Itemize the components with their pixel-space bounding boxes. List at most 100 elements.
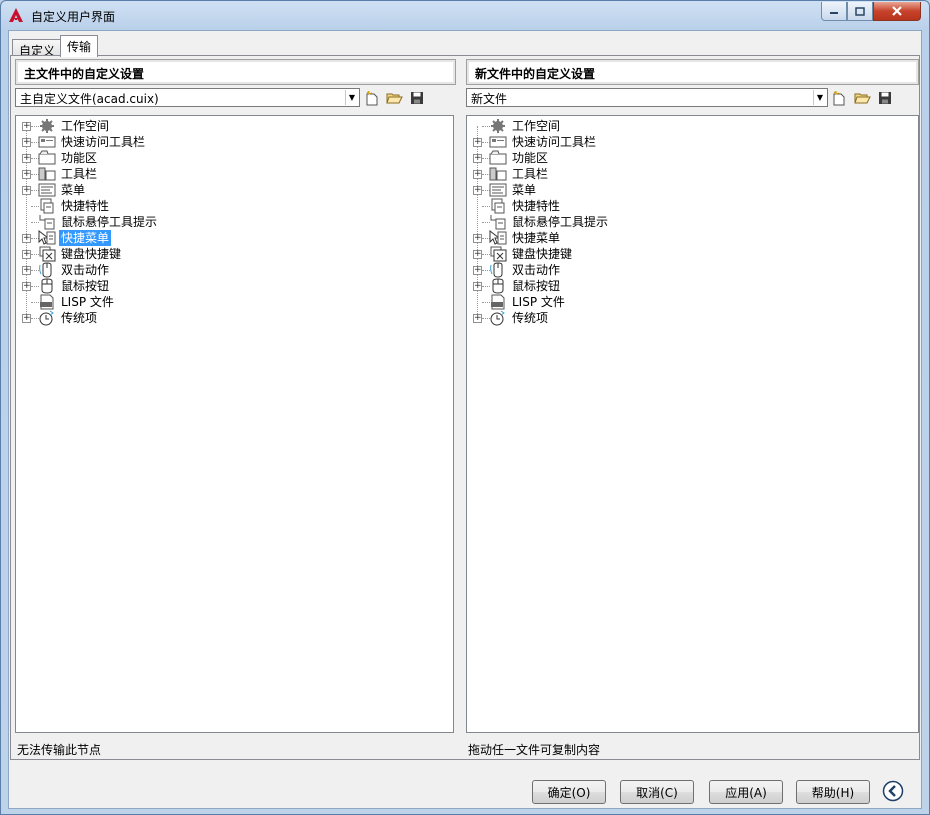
tree-item[interactable]: 工作空间 [467, 118, 767, 134]
expand-plus-icon[interactable]: + [473, 250, 482, 259]
left-new-file-button[interactable] [363, 90, 381, 106]
menu-icon [38, 182, 56, 198]
tree-item[interactable]: + 快捷菜单 [16, 229, 316, 246]
expand-plus-icon[interactable]: + [22, 154, 31, 163]
toolbar-icon [489, 166, 507, 182]
tree-item[interactable]: 鼠标悬停工具提示 [467, 214, 767, 230]
expand-plus-icon[interactable]: + [22, 234, 31, 243]
rollover-tooltip-icon [38, 214, 56, 230]
tree-item[interactable]: + 鼠标按钮 [16, 278, 316, 294]
right-file-combo[interactable]: 新文件 ▼ [466, 88, 828, 107]
mouse-button-icon [489, 278, 507, 294]
right-save-button[interactable] [876, 90, 894, 106]
right-status-text: 拖动任一文件可复制内容 [468, 743, 601, 757]
tree-item[interactable]: + 工作空间 [16, 118, 316, 134]
maximize-icon [855, 6, 865, 16]
expand-plus-icon[interactable]: + [473, 234, 482, 243]
tree-item[interactable]: + 快速访问工具栏 [16, 134, 316, 150]
expand-plus-icon[interactable]: + [473, 282, 482, 291]
left-file-combo[interactable]: 主自定义文件(acad.cuix) ▼ [15, 88, 360, 107]
expand-plus-icon[interactable]: + [473, 314, 482, 323]
tree-item-label: 快捷特性 [512, 199, 561, 213]
tree-item-label: 鼠标按钮 [61, 279, 110, 293]
ribbon-icon [489, 150, 507, 166]
workspace-icon [489, 118, 507, 134]
tree-item-label: 快捷菜单 [59, 230, 112, 246]
cancel-button[interactable]: 取消(C) [620, 780, 694, 804]
tree-item-label: 菜单 [512, 183, 537, 197]
tree-item[interactable]: + 工具栏 [467, 166, 767, 182]
tree-item[interactable]: + 功能区 [16, 150, 316, 166]
expand-plus-icon[interactable]: + [22, 138, 31, 147]
tree-item[interactable]: + 快捷菜单 [467, 229, 767, 246]
expand-plus-icon[interactable]: + [22, 314, 31, 323]
expand-plus-icon[interactable]: + [22, 186, 31, 195]
window-title: 自定义用户界面 [31, 10, 116, 24]
chevron-down-icon[interactable]: ▼ [813, 90, 826, 105]
tree-item[interactable]: + 菜单 [467, 182, 767, 198]
keyboard-shortcut-icon [38, 246, 56, 262]
close-button[interactable] [873, 2, 921, 21]
new-file-icon [833, 90, 845, 105]
title-bar[interactable]: 自定义用户界面 [1, 1, 929, 29]
tree-item-label: 传统项 [512, 311, 549, 325]
ok-button[interactable]: 确定(O) [532, 780, 606, 804]
minimize-button[interactable] [821, 2, 847, 21]
tree-item[interactable]: + 键盘快捷键 [467, 246, 767, 262]
expand-plus-icon[interactable]: + [473, 266, 482, 275]
tab-transfer-label: 传输 [67, 40, 92, 54]
save-icon [411, 92, 423, 104]
tree-item[interactable]: LISP 文件 [16, 294, 316, 310]
expand-plus-icon[interactable]: + [22, 282, 31, 291]
expand-plus-icon[interactable]: + [22, 250, 31, 259]
right-tree-view[interactable]: 工作空间 + 快速访问工具栏 + 功能区 + 工具栏 + 菜单 快捷特性 鼠标悬停工具提示 + 快捷菜单… [466, 115, 919, 733]
open-folder-icon [385, 93, 403, 104]
open-folder-icon [853, 93, 871, 104]
tab-customize[interactable]: 自定义 [12, 39, 63, 58]
tree-item[interactable]: + 鼠标按钮 [467, 278, 767, 294]
expand-plus-icon[interactable]: + [473, 170, 482, 179]
right-new-file-button[interactable] [830, 90, 848, 106]
double-click-icon [38, 262, 56, 278]
tree-item-label: 快速访问工具栏 [512, 135, 597, 149]
new-file-icon [366, 90, 378, 105]
tree-item[interactable]: + 快速访问工具栏 [467, 134, 767, 150]
tree-item[interactable]: + 传统项 [16, 310, 316, 326]
tree-item[interactable]: 鼠标悬停工具提示 [16, 214, 316, 230]
left-save-button[interactable] [408, 90, 426, 106]
tree-item[interactable]: 快捷特性 [467, 198, 767, 214]
save-icon [879, 92, 891, 104]
left-status-text: 无法传输此节点 [17, 743, 102, 757]
expand-plus-icon[interactable]: + [473, 154, 482, 163]
legacy-icon [38, 310, 56, 326]
tab-transfer[interactable]: 传输 [60, 35, 99, 57]
help-button[interactable]: 帮助(H) [796, 780, 870, 804]
tree-item[interactable]: + 双击动作 [16, 262, 316, 278]
maximize-button[interactable] [847, 2, 873, 21]
customize-ui-dialog: 自定义用户界面 自定义 传输 主文件中的自定义设置 主自定义文件(acad.cu… [0, 0, 930, 815]
tree-item[interactable]: 快捷特性 [16, 198, 316, 214]
tree-item-label: 双击动作 [512, 263, 561, 277]
legacy-icon [489, 310, 507, 326]
expand-plus-icon[interactable]: + [22, 122, 31, 131]
chevron-down-icon[interactable]: ▼ [345, 90, 358, 105]
tree-item[interactable]: LISP 文件 [467, 294, 767, 310]
autocad-logo-icon [9, 8, 23, 22]
tree-item[interactable]: + 传统项 [467, 310, 767, 326]
left-tree-view[interactable]: + 工作空间 + 快速访问工具栏 + 功能区 + 工具栏 + 菜单 快捷特性 鼠标悬停工具提示 + 快捷菜… [15, 115, 454, 733]
tree-item-label: 功能区 [512, 151, 549, 165]
apply-button[interactable]: 应用(A) [709, 780, 783, 804]
tree-item[interactable]: + 双击动作 [467, 262, 767, 278]
expand-plus-icon[interactable]: + [473, 138, 482, 147]
tree-item[interactable]: + 工具栏 [16, 166, 316, 182]
expand-plus-icon[interactable]: + [473, 186, 482, 195]
tree-item[interactable]: + 菜单 [16, 182, 316, 198]
tree-item[interactable]: + 键盘快捷键 [16, 246, 316, 262]
left-open-file-button[interactable] [385, 90, 403, 106]
dialog-client-area: 自定义 传输 主文件中的自定义设置 主自定义文件(acad.cuix) ▼ + 工… [8, 30, 922, 809]
expand-plus-icon[interactable]: + [22, 170, 31, 179]
tree-item[interactable]: + 功能区 [467, 150, 767, 166]
right-open-file-button[interactable] [853, 90, 871, 106]
collapse-arrow-icon[interactable] [882, 780, 904, 802]
expand-plus-icon[interactable]: + [22, 266, 31, 275]
